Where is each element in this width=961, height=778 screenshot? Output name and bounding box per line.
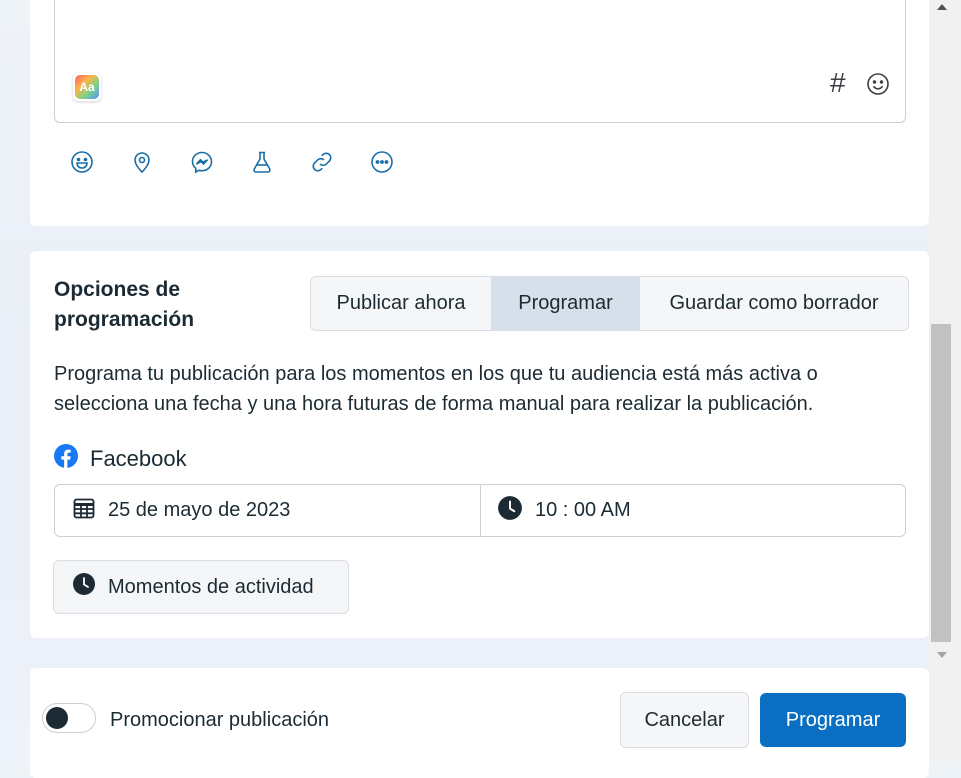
date-field[interactable]: 25 de mayo de 2023 [55, 485, 481, 536]
tab-save-draft[interactable]: Guardar como borrador [640, 277, 908, 330]
emoji-picker-icon[interactable] [866, 72, 890, 101]
time-field[interactable]: 10 : 00 AM [481, 485, 905, 536]
composer-card: Aa # [30, 0, 929, 226]
activity-moments-label: Momentos de actividad [108, 575, 314, 598]
calendar-icon [72, 496, 96, 526]
section-title: Opciones de programación [54, 278, 195, 331]
tab-publish-now[interactable]: Publicar ahora [311, 277, 492, 330]
flask-icon[interactable] [250, 150, 274, 174]
activity-moments-button[interactable]: Momentos de actividad [53, 560, 349, 614]
tab-schedule[interactable]: Programar [492, 277, 640, 330]
scroll-up-arrow-icon[interactable] [937, 4, 947, 10]
scheduling-options-card: Opciones de programación Publicar ahora … [30, 251, 929, 638]
text-format-icon: Aa [75, 75, 99, 99]
hashtag-icon[interactable]: # [830, 69, 846, 97]
post-text-area[interactable]: Aa # [54, 0, 906, 123]
clock-icon [497, 495, 523, 527]
toggle-knob [46, 707, 68, 729]
clock-icon [72, 572, 96, 602]
promote-toggle[interactable] [42, 703, 96, 733]
cancel-button[interactable]: Cancelar [620, 692, 749, 748]
scheduling-description: Programa tu publicación para los momento… [54, 363, 818, 415]
link-icon[interactable] [310, 150, 334, 174]
date-time-picker: 25 de mayo de 2023 10 : 00 AM [54, 484, 906, 537]
facebook-icon [54, 444, 78, 473]
scrollbar[interactable] [929, 0, 961, 762]
emoji-icon[interactable] [70, 150, 94, 174]
location-pin-icon[interactable] [130, 150, 154, 174]
promote-label: Promocionar publicación [110, 709, 330, 731]
composer-toolbar [70, 150, 394, 174]
date-value: 25 de mayo de 2023 [108, 499, 291, 521]
messenger-icon[interactable] [190, 150, 214, 174]
scroll-down-arrow-icon[interactable] [937, 652, 947, 658]
scrollbar-thumb[interactable] [931, 324, 951, 642]
text-format-button[interactable]: Aa [73, 73, 101, 101]
time-value: 10 : 00 AM [535, 499, 631, 521]
more-options-icon[interactable] [370, 150, 394, 174]
schedule-button[interactable]: Programar [760, 693, 906, 747]
platform-row: Facebook [54, 444, 187, 473]
platform-label: Facebook [90, 445, 187, 471]
publish-mode-tabs: Publicar ahora Programar Guardar como bo… [310, 276, 909, 331]
